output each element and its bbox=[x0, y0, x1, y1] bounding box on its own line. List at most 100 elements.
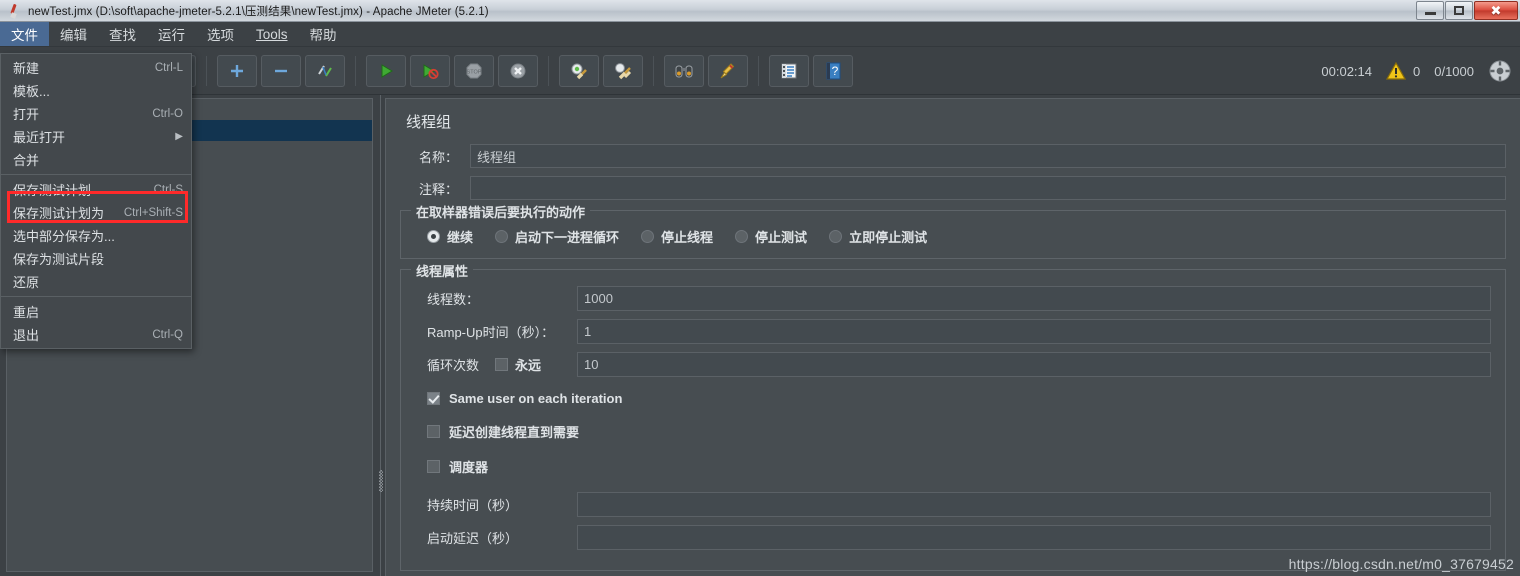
menu-run[interactable]: 运行 bbox=[147, 22, 196, 46]
startup-delay-row: 启动延迟（秒） bbox=[415, 525, 1491, 550]
file-menu-new-label: 新建 bbox=[13, 61, 40, 76]
svg-text:?: ? bbox=[832, 64, 839, 78]
comment-input[interactable] bbox=[470, 176, 1506, 200]
duration-row: 持续时间（秒） bbox=[415, 492, 1491, 517]
close-button[interactable]: ✖ bbox=[1474, 1, 1518, 20]
radio-dot-icon bbox=[641, 230, 655, 243]
file-menu-separator-1 bbox=[1, 174, 191, 175]
forever-label: 永远 bbox=[515, 358, 542, 373]
clear-button[interactable] bbox=[559, 54, 599, 87]
splitter-grip-icon[interactable] bbox=[379, 470, 383, 492]
radio-stop-test[interactable]: 停止测试 bbox=[735, 227, 807, 246]
radio-stop-thread-label: 停止线程 bbox=[661, 230, 714, 245]
radio-stop-thread[interactable]: 停止线程 bbox=[641, 227, 713, 246]
shutdown-button[interactable] bbox=[498, 54, 538, 87]
menu-search[interactable]: 查找 bbox=[98, 22, 147, 46]
elapsed-time: 00:02:14 bbox=[1321, 63, 1372, 79]
forever-checkbox-wrap[interactable]: 永远 bbox=[495, 355, 541, 374]
file-menu-new[interactable]: 新建 Ctrl-L bbox=[1, 56, 191, 79]
radio-dot-icon bbox=[495, 230, 509, 243]
menu-help-label: 帮助 bbox=[309, 28, 337, 43]
clear-all-button[interactable] bbox=[603, 54, 643, 87]
file-menu-templates[interactable]: 模板... bbox=[1, 79, 191, 102]
start-button[interactable] bbox=[366, 54, 406, 87]
radio-dot-icon bbox=[427, 230, 440, 243]
toolbar-group-help: ? bbox=[762, 54, 860, 87]
thread-properties-group: 线程属性 线程数： Ramp-Up时间（秒）： 循环次数 永远 bbox=[400, 261, 1506, 571]
menu-options[interactable]: 选项 bbox=[196, 22, 245, 46]
file-menu-save-label: 保存测试计划 bbox=[13, 183, 92, 198]
name-input[interactable] bbox=[470, 144, 1506, 168]
menu-tools-label: Tools bbox=[256, 26, 288, 42]
rampup-row: Ramp-Up时间（秒）： bbox=[415, 319, 1491, 344]
broom-reset-icon bbox=[720, 62, 735, 78]
file-menu-open-label: 打开 bbox=[13, 107, 40, 122]
scheduler-checkbox-icon bbox=[427, 460, 440, 473]
radio-continue[interactable]: 继续 bbox=[427, 227, 473, 246]
file-menu-recent[interactable]: 最近打开 ▶ bbox=[1, 125, 191, 148]
menu-file[interactable]: 文件 bbox=[0, 22, 49, 46]
file-menu-recent-label: 最近打开 bbox=[13, 130, 66, 145]
radio-start-next-loop[interactable]: 启动下一进程循环 bbox=[495, 227, 619, 246]
delay-create-label: 延迟创建线程直到需要 bbox=[449, 425, 580, 440]
binoculars-search-icon bbox=[675, 65, 693, 77]
file-menu-save-selection-as[interactable]: 选中部分保存为... bbox=[1, 224, 191, 247]
delay-create-checkbox-icon bbox=[427, 425, 440, 438]
file-menu-exit[interactable]: 退出 Ctrl-Q bbox=[1, 323, 191, 346]
duration-label: 持续时间（秒） bbox=[427, 498, 519, 513]
remote-connection-icon[interactable] bbox=[1488, 59, 1512, 83]
comment-field-row: 注释： bbox=[400, 176, 1506, 200]
window-title: newTest.jmx (D:\soft\apache-jmeter-5.2.1… bbox=[28, 5, 489, 18]
toolbar-separator-6 bbox=[758, 55, 759, 86]
maximize-button[interactable] bbox=[1445, 1, 1473, 20]
file-menu-open[interactable]: 打开 Ctrl-O bbox=[1, 102, 191, 125]
minimize-button[interactable] bbox=[1416, 1, 1444, 20]
reset-search-button[interactable] bbox=[708, 54, 748, 87]
radio-stop-test-now[interactable]: 立即停止测试 bbox=[829, 227, 927, 246]
file-menu-revert[interactable]: 还原 bbox=[1, 270, 191, 293]
start-no-pauses-button[interactable] bbox=[410, 54, 450, 87]
loop-count-label: 循环次数 bbox=[427, 358, 480, 373]
menu-file-label: 文件 bbox=[11, 28, 38, 43]
status-area: 00:02:14 0 0/1000 bbox=[1321, 47, 1512, 95]
startup-delay-input[interactable] bbox=[577, 525, 1491, 550]
rampup-input[interactable] bbox=[577, 319, 1491, 344]
help-button[interactable]: ? bbox=[813, 54, 853, 87]
threads-input[interactable] bbox=[577, 286, 1491, 311]
thread-count: 0/1000 bbox=[1434, 63, 1474, 79]
help-book-icon: ? bbox=[826, 62, 841, 79]
startup-delay-label: 启动延迟（秒） bbox=[427, 531, 519, 546]
duration-input[interactable] bbox=[577, 492, 1491, 517]
file-menu-merge[interactable]: 合并 bbox=[1, 148, 191, 171]
menu-tools[interactable]: Tools bbox=[245, 22, 299, 46]
on-sampler-error-options: 继续 启动下一进程循环 停止线程 停止测试 立即停止测试 bbox=[415, 227, 1491, 246]
file-menu-save-as-fragment[interactable]: 保存为测试片段 bbox=[1, 247, 191, 270]
toolbar-separator-4 bbox=[548, 55, 549, 86]
clear-all-broom-icon bbox=[615, 62, 632, 79]
toggle-button[interactable] bbox=[305, 54, 345, 87]
function-helper-button[interactable] bbox=[769, 54, 809, 87]
warning-status[interactable]: 0 bbox=[1386, 62, 1420, 80]
function-helper-icon bbox=[781, 63, 797, 78]
menu-help[interactable]: 帮助 bbox=[299, 22, 348, 46]
scheduler-row[interactable]: 调度器 bbox=[427, 457, 1491, 476]
panel-splitter[interactable] bbox=[377, 95, 385, 576]
file-menu-restart-label: 重启 bbox=[13, 305, 40, 320]
play-no-timers-icon bbox=[423, 63, 439, 79]
collapse-button[interactable] bbox=[261, 54, 301, 87]
on-sampler-error-group: 在取样器错误后要执行的动作 继续 启动下一进程循环 停止线程 停止测试 立即停止… bbox=[400, 202, 1506, 259]
window-controls: ✖ bbox=[1416, 1, 1518, 20]
file-menu-save-as[interactable]: 保存测试计划为 Ctrl+Shift-S bbox=[1, 201, 191, 224]
delay-create-row[interactable]: 延迟创建线程直到需要 bbox=[427, 422, 1491, 441]
same-user-row[interactable]: Same user on each iteration bbox=[427, 391, 1491, 406]
menu-edit[interactable]: 编辑 bbox=[49, 22, 98, 46]
search-button[interactable] bbox=[664, 54, 704, 87]
toolbar-group-tree bbox=[210, 54, 352, 87]
toolbar: STOP ? 00:02:14 0 0/1000 bbox=[0, 47, 1520, 95]
stop-button[interactable]: STOP bbox=[454, 54, 494, 87]
file-menu-restart[interactable]: 重启 bbox=[1, 300, 191, 323]
loop-count-input[interactable] bbox=[577, 352, 1491, 377]
expand-button[interactable] bbox=[217, 54, 257, 87]
file-menu-save[interactable]: 保存测试计划 Ctrl-S bbox=[1, 178, 191, 201]
threads-label: 线程数： bbox=[427, 292, 480, 307]
